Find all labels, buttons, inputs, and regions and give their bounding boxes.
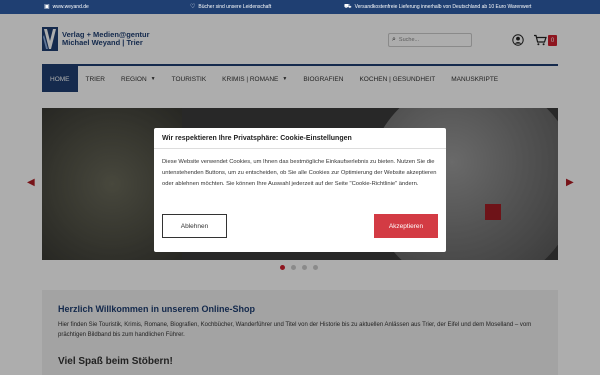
- heart-icon: ♡: [190, 4, 196, 10]
- cookie-dialog: Wir respektieren Ihre Privatsphäre: Cook…: [154, 128, 446, 252]
- truck-icon: ⛟: [344, 4, 352, 10]
- divider: [154, 148, 446, 149]
- accept-button[interactable]: Akzeptieren: [374, 214, 438, 238]
- decline-button[interactable]: Ablehnen: [162, 214, 227, 238]
- top-info-bar: ▣ www.weyand.de ♡ Bücher sind unsere Lei…: [0, 0, 600, 14]
- delivery-info: ⛟ Versandkostenfreie Lieferung innerhalb…: [344, 4, 532, 10]
- window-icon: ▣: [44, 4, 50, 10]
- site-url[interactable]: ▣ www.weyand.de: [44, 4, 89, 10]
- readership-info: ♡ Bücher sind unsere Leidenschaft: [190, 4, 272, 10]
- cookie-dialog-title: Wir respektieren Ihre Privatsphäre: Cook…: [162, 135, 352, 142]
- cookie-dialog-text: Diese Website verwendet Cookies, um Ihne…: [162, 159, 437, 187]
